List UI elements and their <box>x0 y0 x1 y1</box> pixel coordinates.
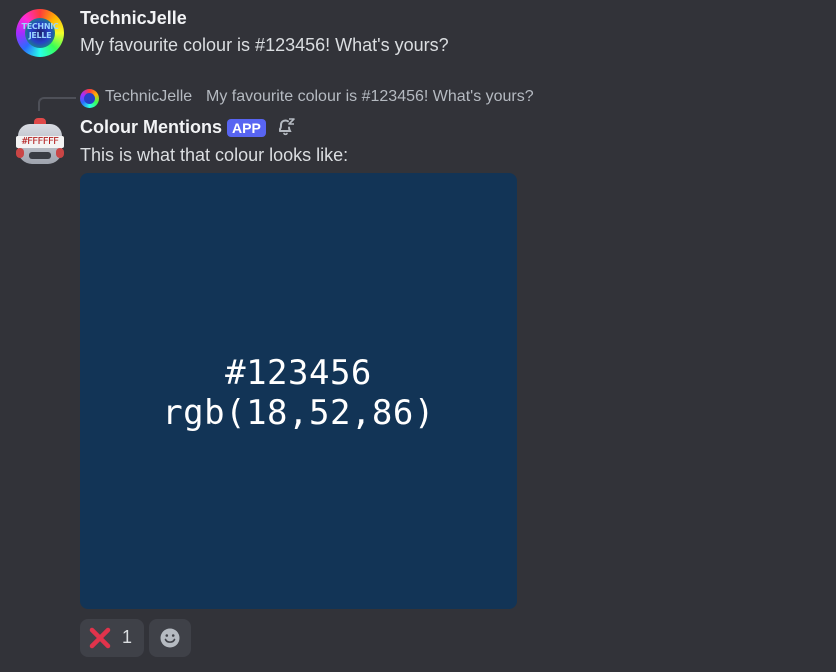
username[interactable]: Colour Mentions <box>80 117 222 138</box>
bot-avatar-text: #FFFFFF <box>21 136 59 147</box>
message-content: My favourite colour is #123456! What's y… <box>80 35 449 55</box>
add-reaction-button[interactable] <box>149 619 191 657</box>
add-reaction-icon <box>160 628 180 648</box>
reply-connector <box>38 97 76 111</box>
bot-cheek <box>56 148 64 158</box>
bot-cheek <box>16 148 24 158</box>
message-content: This is what that colour looks like: <box>80 145 349 165</box>
reaction-cross-mark[interactable]: 1 <box>80 619 144 657</box>
reply-avatar-inner <box>84 93 95 104</box>
reply-preview-text[interactable]: My favourite colour is #123456! What's y… <box>206 88 534 106</box>
colour-rgb-label: rgb(18,52,86) <box>162 393 435 433</box>
reply-avatar[interactable] <box>80 89 99 108</box>
username[interactable]: TechnicJelle <box>80 8 187 29</box>
bot-mouth <box>29 152 51 159</box>
colour-hex-label: #123456 <box>225 353 372 393</box>
muted-bell-icon <box>279 118 295 136</box>
cross-mark-icon <box>89 627 111 649</box>
avatar[interactable]: TECHNIC JELLE <box>16 9 64 57</box>
colour-preview-image[interactable]: #123456 rgb(18,52,86) <box>80 173 517 609</box>
reaction-count: 1 <box>122 627 133 647</box>
bot-avatar[interactable]: #FFFFFF <box>16 118 64 166</box>
avatar-text: TECHNIC JELLE <box>21 22 59 40</box>
app-badge: APP <box>227 119 266 137</box>
reply-username[interactable]: TechnicJelle <box>105 88 192 106</box>
